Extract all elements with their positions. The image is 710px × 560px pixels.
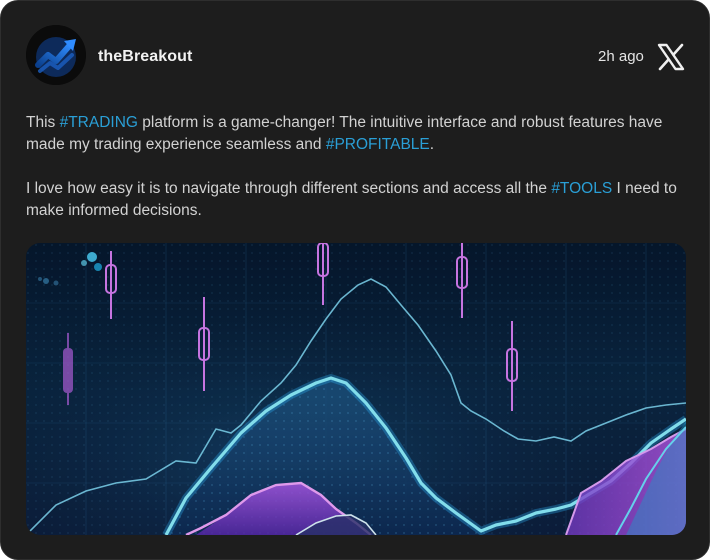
x-logo-icon[interactable] (656, 43, 686, 71)
avatar[interactable] (26, 25, 86, 85)
trending-up-chart-icon (26, 25, 86, 85)
hashtag-tools[interactable]: #TOOLS (551, 180, 612, 197)
hashtag-profitable[interactable]: #PROFITABLE (326, 136, 430, 153)
post-paragraph-2: I love how easy it is to navigate throug… (26, 178, 686, 222)
post-image[interactable] (26, 243, 686, 535)
author-name[interactable]: theBreakout (98, 47, 192, 67)
text-segment: I love how easy it is to navigate throug… (26, 180, 552, 197)
hashtag-trading[interactable]: #TRADING (60, 114, 138, 131)
post-body: This #TRADING platform is a game-changer… (26, 112, 686, 222)
post-paragraph-1: This #TRADING platform is a game-changer… (26, 112, 686, 156)
timestamp: 2h ago (598, 48, 644, 65)
trading-chart-image (26, 243, 686, 535)
tweet-card: theBreakout 2h ago This #TRADING platfor… (0, 0, 710, 560)
text-segment: . (429, 136, 435, 153)
text-segment: This (26, 114, 60, 131)
